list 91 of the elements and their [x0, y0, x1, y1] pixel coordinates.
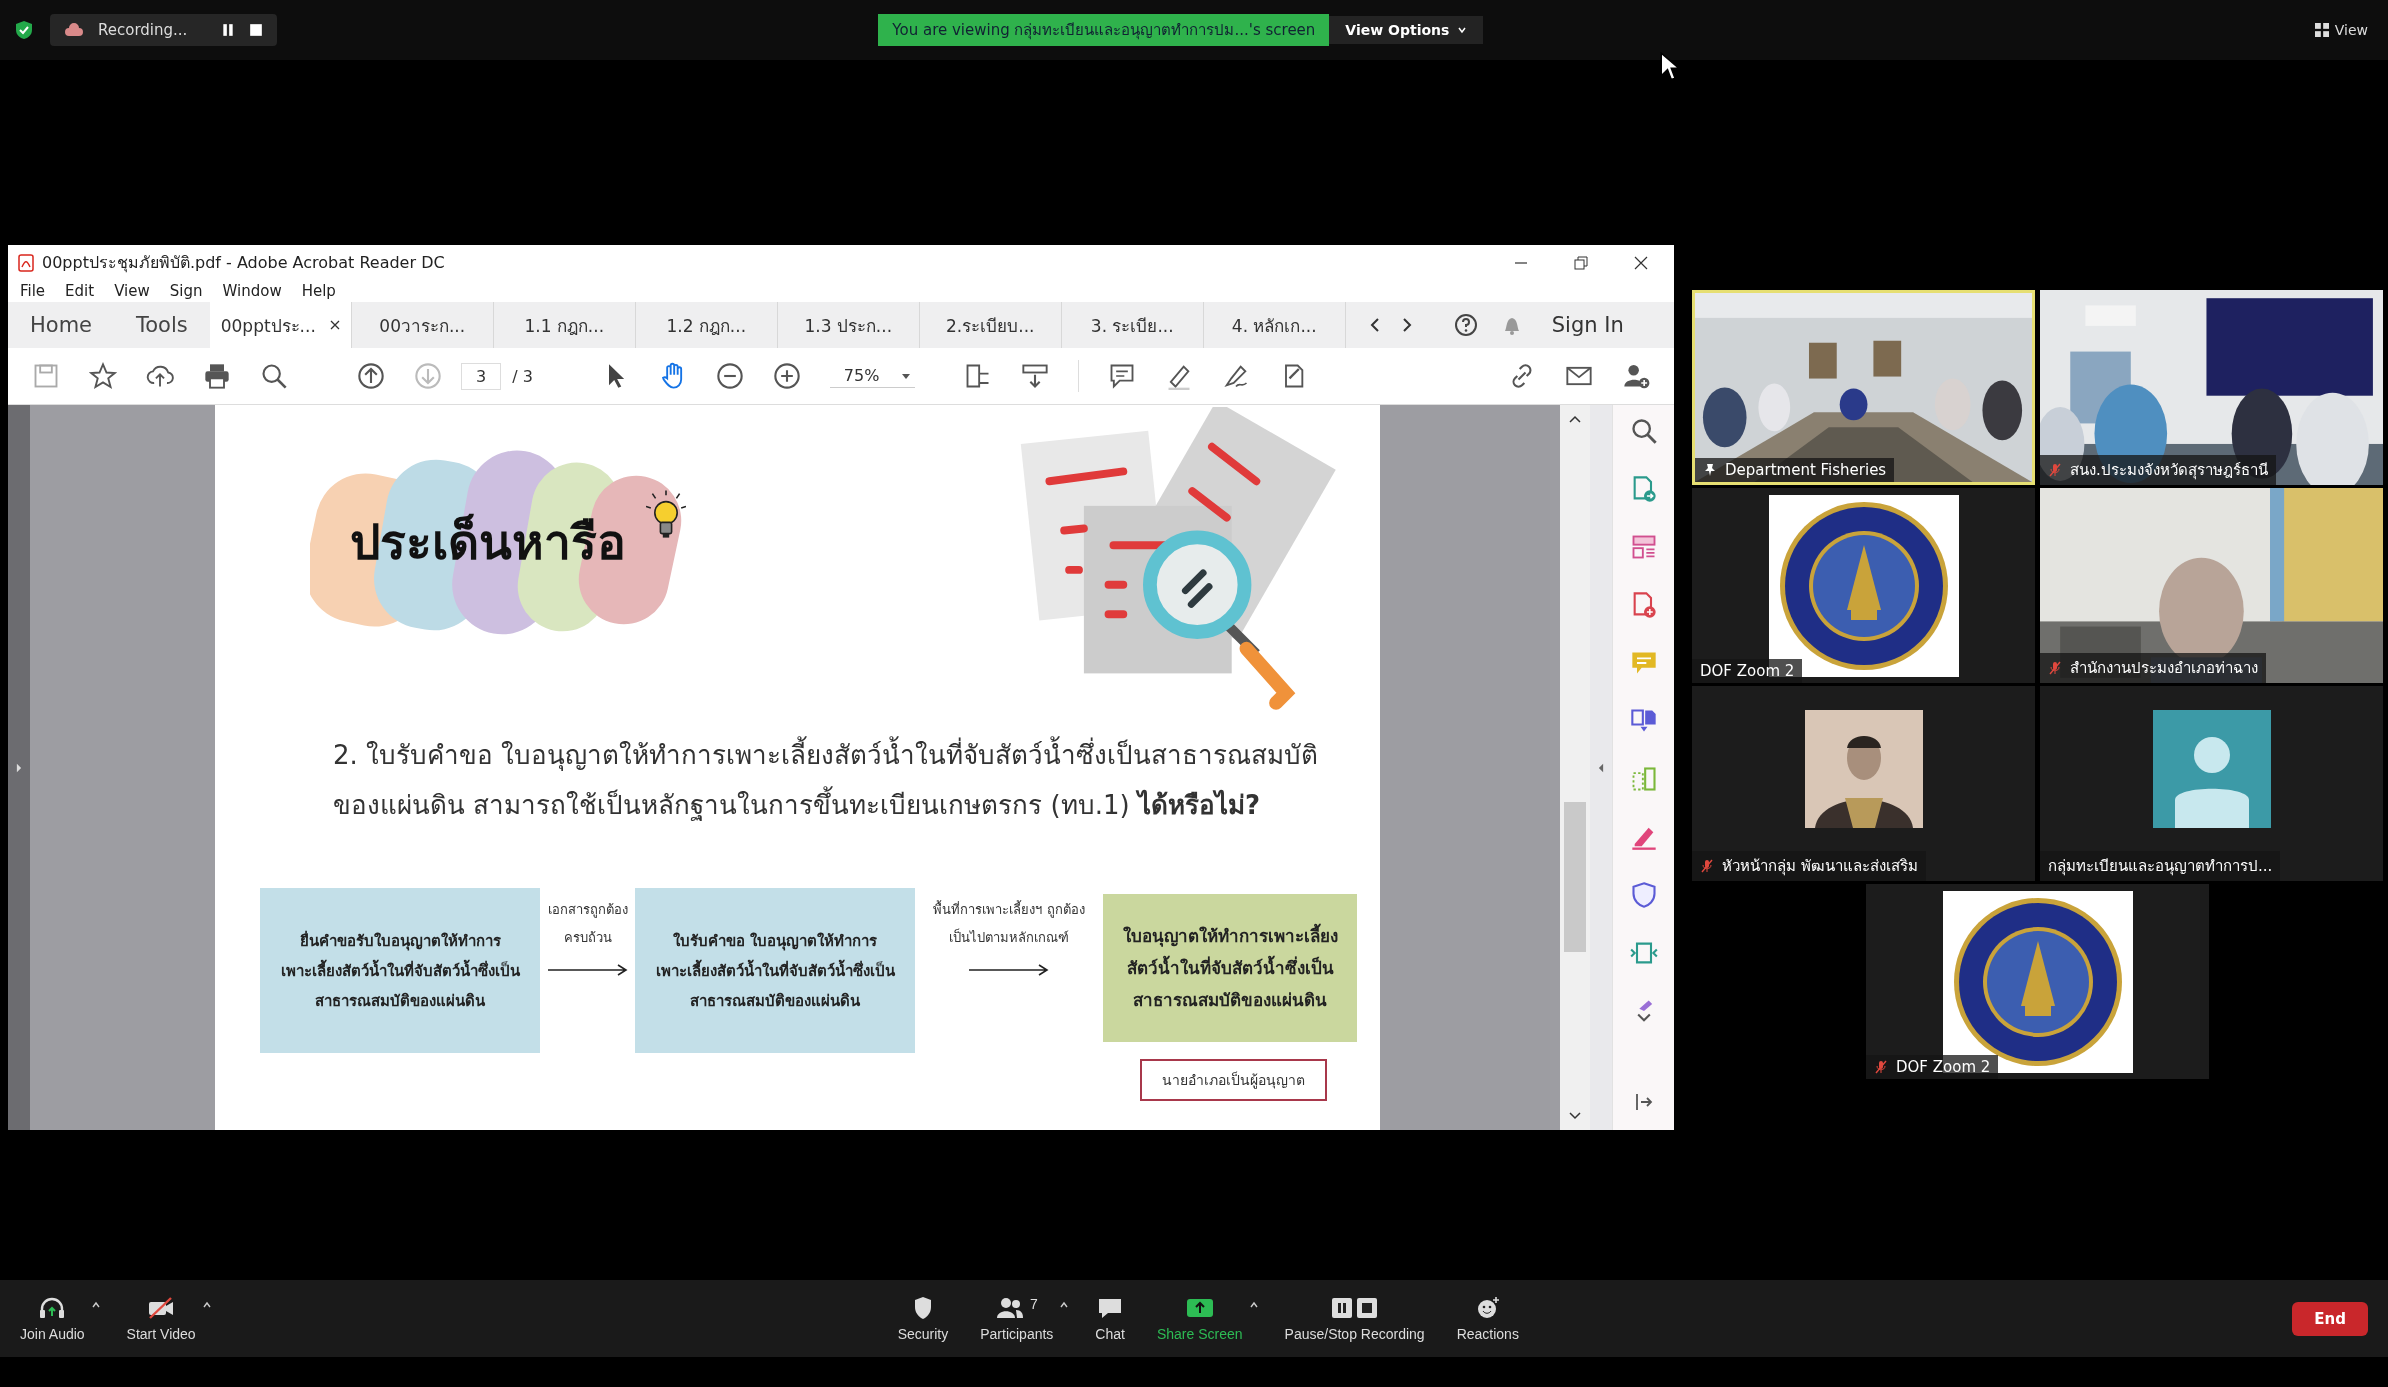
document-tab[interactable]: 4. หลักเก... — [1203, 302, 1346, 348]
pause-icon[interactable] — [221, 23, 236, 37]
toolbar-button[interactable]: Pause/Stop Recording — [1278, 1291, 1431, 1346]
help-icon[interactable] — [1453, 313, 1478, 337]
close-icon[interactable] — [1634, 255, 1648, 270]
video-tile[interactable]: DOF Zoom 2 — [1692, 488, 2035, 683]
end-meeting-button[interactable]: End — [2292, 1301, 2368, 1336]
recording-label: Recording... — [98, 21, 188, 39]
video-tile[interactable]: สำนักงานประมงอำเภอท่าฉาง — [2040, 488, 2383, 683]
window-title: 00pptประชุมภัยพิบัติ.pdf - Adobe Acrobat Reader DC — [42, 252, 445, 275]
participant-name-label: DOF Zoom 2 — [1692, 659, 1803, 683]
flow-step-text: ยื่นคำขอรับใบอนุญาตให้ทำการ เพาะเลี้ยงสัตว์น้ำในที่จับสัตว์น้ำซึ่งเป็น สาธารณสมบัติของแผ่นดิน — [280, 929, 520, 1012]
pause-stop-icon — [1330, 1295, 1379, 1320]
people-icon — [995, 1295, 1024, 1320]
document-tab[interactable]: 3. ระเบีย... — [1061, 302, 1204, 348]
view-options-button[interactable]: View Options — [1329, 16, 1484, 44]
page-number-field[interactable]: 3 — [461, 362, 502, 390]
question-text: 2. ใบรับคำขอ ใบอนุญาตให้ทำการเพาะเลี้ยงสัตว์น้ำในที่จับสัตว์น้ำซึ่งเป็นสาธารณสมบัติ ของแผ่นดิน สามารถใช้เป็นหลักฐานในการขึ้นทะเบียนเกษตรกร (ทบ.1) ได้หรือไม่? — [333, 730, 1380, 830]
toolbar-button[interactable]: Join Audio — [14, 1291, 91, 1346]
nav-tab[interactable]: Tools — [114, 313, 210, 337]
approver-note: นายอำเภอเป็นผู้อนุญาต — [1140, 1059, 1327, 1101]
slide-heading: ประเด็นหารือ — [350, 512, 626, 572]
document-tab[interactable]: 1.2 กฎก... — [635, 302, 778, 348]
collapse-panel-icon[interactable] — [1596, 762, 1606, 773]
view-button[interactable]: View — [2308, 21, 2374, 39]
document-tab[interactable]: 1.3 ประก... — [777, 302, 920, 348]
flow-step-text: ใบอนุญาตให้ทำการเพาะเลี้ยง สัตว์น้ำในที่จับสัตว์น้ำซึ่งเป็น สาธารณสมบัติของแผ่นดิน — [1122, 920, 1338, 1016]
scrollbar-thumb[interactable] — [1564, 802, 1586, 952]
pdf-icon — [18, 253, 34, 272]
video-tile[interactable]: Department Fisheries — [1692, 290, 2035, 485]
scroll-up-icon[interactable] — [1569, 415, 1581, 423]
menu-item[interactable]: Window — [222, 282, 282, 300]
restore-icon[interactable] — [1574, 255, 1588, 270]
print-icon[interactable] — [203, 362, 231, 390]
participant-name-label: กลุ่มทะเบียนและอนุญาตทำการป... — [2040, 851, 2281, 881]
menu-item[interactable]: View — [114, 282, 150, 300]
caret-up-icon[interactable] — [1059, 1299, 1070, 1310]
menu-item[interactable]: Edit — [65, 282, 95, 300]
mouse-pointer-icon — [1660, 52, 1680, 82]
avatar-icon — [2152, 709, 2271, 828]
arrow-label: พื้นที่การเพาะเลี้ยงฯ ถูกต้อง เป็นไปตามหลักเกณฑ์ — [933, 899, 1085, 947]
scroll-mode-icon[interactable] — [1021, 362, 1050, 390]
scroll-down-icon[interactable] — [1569, 1112, 1581, 1120]
toolbar-button[interactable]: Reactions — [1450, 1291, 1525, 1346]
share-screen-button[interactable]: Share Screen — [1150, 1291, 1249, 1346]
stop-icon[interactable] — [249, 23, 264, 37]
shield-icon[interactable] — [14, 20, 34, 40]
zoom-search-icon[interactable] — [260, 362, 288, 390]
toolbar-button[interactable]: Chat — [1089, 1291, 1131, 1346]
video-tile[interactable]: DOF Zoom 2 — [1866, 884, 2209, 1079]
nav-tab[interactable]: Home — [8, 313, 114, 337]
caret-up-icon[interactable] — [201, 1299, 212, 1310]
magnifier-icon[interactable] — [1629, 417, 1658, 445]
menu-item[interactable]: File — [20, 282, 46, 300]
grid-icon — [2314, 23, 2329, 37]
sign-in-button[interactable]: Sign In — [1545, 312, 1630, 338]
participant-name-label: DOF Zoom 2 — [1866, 1055, 1999, 1079]
headphones-icon — [38, 1295, 67, 1320]
zoom-in-icon[interactable] — [772, 362, 801, 390]
document-tab[interactable]: 00pptประ... — [209, 302, 352, 348]
star-icon[interactable] — [89, 362, 117, 390]
caret-icon — [1457, 25, 1468, 35]
participant-name-label: สนง.ประมงจังหวัดสุราษฎร์ธานี — [2040, 455, 2276, 485]
participant-name-label: หัวหน้ากลุ่ม พัฒนาและส่งเสริม — [1692, 851, 1926, 881]
video-tile[interactable]: กลุ่มทะเบียนและอนุญาตทำการป... — [2040, 686, 2383, 881]
zoom-out-icon[interactable] — [715, 362, 744, 390]
arrow-label: เอกสารถูกต้อง ครบถ้วน — [547, 901, 628, 947]
video-tile[interactable]: สนง.ประมงจังหวัดสุราษฎร์ธานี — [2040, 290, 2383, 485]
caret-up-icon[interactable] — [90, 1299, 101, 1310]
video-tile[interactable]: หัวหน้ากลุ่ม พัฒนาและส่งเสริม — [1692, 686, 2035, 881]
caret-up-icon[interactable] — [1248, 1299, 1259, 1310]
close-icon[interactable] — [329, 320, 340, 330]
page-total: / 3 — [512, 366, 533, 386]
document-tab[interactable]: 2.ระเบียบ... — [919, 302, 1062, 348]
document-tab[interactable]: 1.1 กฎก... — [493, 302, 636, 348]
toolbar-button[interactable]: Start Video — [120, 1291, 202, 1346]
toolbar-button[interactable]: Security — [891, 1291, 955, 1346]
toolbar-button[interactable]: 7 Participants — [974, 1291, 1060, 1346]
zoom-dropdown[interactable]: 75% — [829, 364, 916, 388]
document-tab[interactable]: 00วาระก... — [351, 302, 494, 348]
flow-step-text: ใบรับคำขอ ใบอนุญาตให้ทำการ เพาะเลี้ยงสัตว์น้ำในที่จับสัตว์น้ำซึ่งเป็น สาธารณสมบัติของแผ่นดิน — [655, 930, 895, 1012]
expand-panel-icon[interactable] — [14, 762, 24, 773]
camera-off-icon — [147, 1295, 176, 1320]
participant-name-label: สำนักงานประมงอำเภอท่าฉาง — [2040, 653, 2266, 683]
menu-item[interactable]: Sign — [169, 282, 203, 300]
menu-item[interactable]: Help — [301, 282, 336, 300]
participant-count: 7 — [1029, 1295, 1038, 1312]
participant-name-label: Department Fisheries — [1695, 458, 1895, 482]
add-person-icon[interactable] — [1622, 362, 1650, 390]
sharing-banner: You are viewing กลุ่มทะเบียนและอนุญาตทำการปม...'s screen — [878, 14, 1330, 46]
arrow-up-circle-icon[interactable] — [357, 362, 385, 390]
